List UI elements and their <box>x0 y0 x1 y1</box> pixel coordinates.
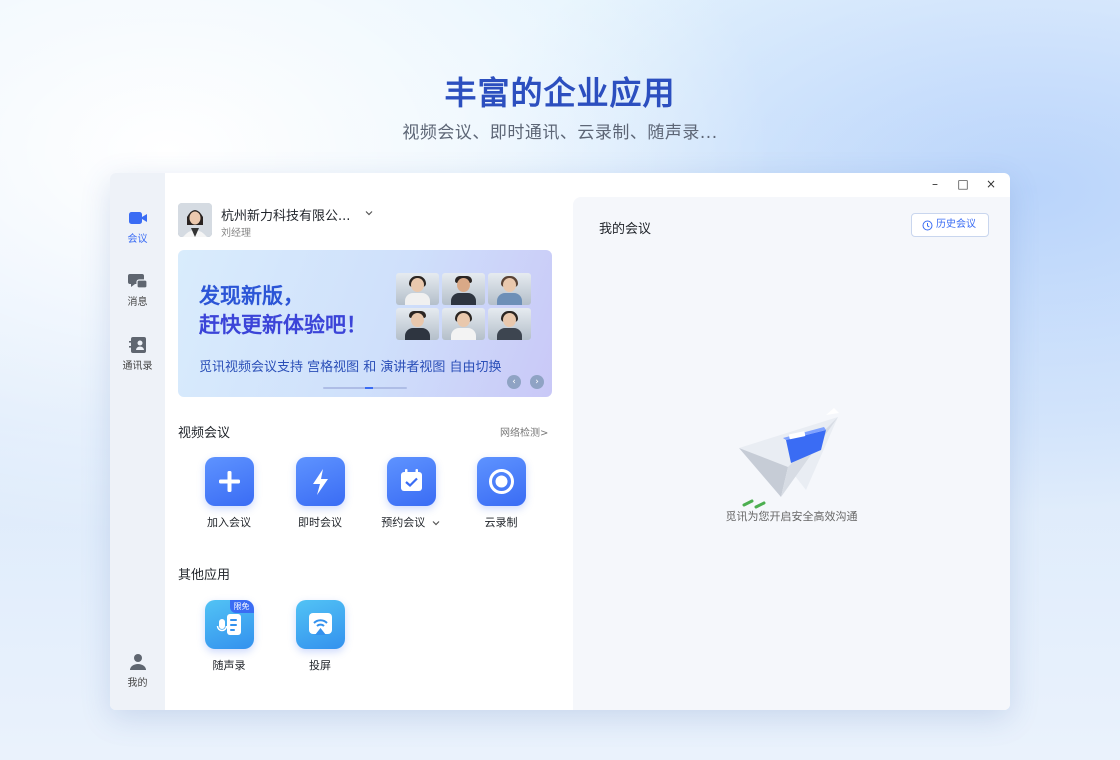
instant-meeting-button[interactable]: 即时会议 <box>285 457 355 530</box>
chevron-down-icon[interactable] <box>431 518 441 528</box>
hero-subtitle: 视频会议、即时通讯、云录制、随声录... <box>402 123 718 143</box>
my-meetings-panel: 我的会议 历史会议 觅讯为您开启安全高效沟通 <box>573 197 1010 710</box>
participant-thumb <box>442 308 485 340</box>
user-role: 刘经理 <box>221 228 251 239</box>
video-camera-icon <box>128 212 147 224</box>
participant-thumb <box>488 308 531 340</box>
app-label: 加入会议 <box>207 516 251 529</box>
app-window: – □ × 会议 消息 通讯录 我的 杭州新力科技有限公... 刘经理 发现新版… <box>110 173 1010 710</box>
lightning-icon <box>312 469 328 495</box>
app-label: 随声录 <box>212 659 246 672</box>
app-label: 云录制 <box>484 516 518 529</box>
participant-thumb <box>396 308 439 340</box>
app-label: 即时会议 <box>298 516 342 529</box>
promo-banner[interactable]: 发现新版， 赶快更新体验吧！ 觅讯视频会议支持 宫格视图 和 演讲者视图 自由切… <box>178 250 552 397</box>
sidebar-item-label: 消息 <box>127 297 148 308</box>
chat-icon <box>127 274 148 289</box>
schedule-meeting-button[interactable]: 预约会议 <box>376 457 446 530</box>
calendar-check-icon <box>400 469 422 491</box>
banner-description: 觅讯视频会议支持 宫格视图 和 演讲者视图 自由切换 <box>199 360 502 375</box>
carousel-prev-icon[interactable]: ‹ <box>507 375 521 389</box>
contacts-icon <box>128 337 146 353</box>
app-label: 投屏 <box>309 659 331 672</box>
sidebar-item-label: 会议 <box>127 234 148 245</box>
join-meeting-button[interactable]: 加入会议 <box>194 457 264 530</box>
participant-thumb <box>396 273 439 305</box>
avatar <box>178 203 212 237</box>
sidebar: 会议 消息 通讯录 我的 <box>110 173 165 710</box>
paper-plane-illustration <box>739 408 839 509</box>
free-badge: 限免 <box>229 600 254 613</box>
sidebar-item-label: 我的 <box>127 678 148 689</box>
plus-icon <box>218 471 240 492</box>
voice-note-button[interactable]: 限免 随声录 <box>194 600 264 673</box>
close-icon[interactable]: × <box>984 177 998 191</box>
history-meetings-button[interactable]: 历史会议 <box>911 213 989 237</box>
sidebar-item-label: 通讯录 <box>122 361 153 372</box>
my-meetings-title: 我的会议 <box>599 222 652 237</box>
screen-cast-button[interactable]: 投屏 <box>285 600 355 673</box>
sidebar-item-me[interactable]: 我的 <box>110 653 165 689</box>
maximize-icon[interactable]: □ <box>956 177 970 191</box>
user-icon <box>129 654 146 670</box>
sidebar-item-contacts[interactable]: 通讯录 <box>110 336 165 372</box>
cloud-record-button[interactable]: 云录制 <box>466 457 536 530</box>
other-apps-title: 其他应用 <box>178 568 231 583</box>
video-meeting-title: 视频会议 <box>178 426 231 441</box>
participant-thumb <box>488 273 531 305</box>
screen-cast-icon <box>308 613 332 635</box>
window-controls: – □ × <box>928 177 998 191</box>
network-check-link[interactable]: 网络检测> <box>500 424 548 439</box>
clock-icon <box>922 220 933 231</box>
empty-state-text: 觅讯为您开启安全高效沟通 <box>725 510 858 523</box>
sidebar-item-meeting[interactable]: 会议 <box>110 209 165 245</box>
minimize-icon[interactable]: – <box>928 177 942 191</box>
record-icon <box>488 469 514 494</box>
org-name: 杭州新力科技有限公... <box>221 209 351 224</box>
carousel-indicator <box>323 387 407 389</box>
hero-title: 丰富的企业应用 <box>444 74 676 112</box>
sidebar-item-messages[interactable]: 消息 <box>110 272 165 308</box>
history-meetings-label: 历史会议 <box>936 219 976 230</box>
app-label: 预约会议 <box>381 516 426 529</box>
banner-headline-1: 发现新版， <box>199 284 304 308</box>
banner-headline-2: 赶快更新体验吧！ <box>199 313 367 337</box>
chevron-down-icon[interactable] <box>364 208 374 218</box>
participant-thumb <box>442 273 485 305</box>
carousel-next-icon[interactable]: › <box>530 375 544 389</box>
